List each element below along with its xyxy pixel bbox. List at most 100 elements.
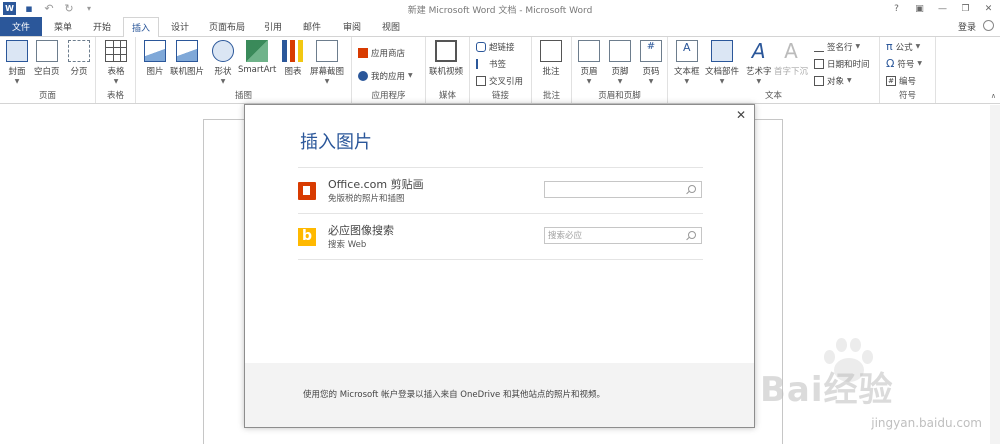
online-picture-button[interactable]: 联机图片: [170, 40, 204, 77]
close-window-button[interactable]: ✕: [977, 0, 1000, 17]
chevron-down-icon: ▼: [14, 78, 20, 85]
bing-logo-icon: [298, 228, 316, 246]
group-media: 联机视频 媒体: [426, 37, 470, 103]
tab-home[interactable]: 开始: [88, 17, 116, 36]
bookmark-icon: [476, 58, 486, 69]
header-icon: [578, 40, 600, 62]
screenshot-button[interactable]: 屏幕截图 ▼: [310, 40, 344, 85]
picture-button[interactable]: 图片: [144, 40, 166, 77]
page-break-icon: [68, 40, 90, 62]
office-logo-icon: [298, 182, 316, 200]
group-label-symbols: 符号: [898, 91, 916, 101]
minimize-button[interactable]: —: [931, 0, 954, 17]
drop-cap-button[interactable]: A 首字下沉: [774, 40, 808, 77]
group-label-apps: 应用程序: [371, 91, 406, 101]
chevron-down-icon: ▼: [847, 77, 852, 84]
smartart-button[interactable]: SmartArt: [238, 40, 276, 75]
datetime-button[interactable]: 日期和时间: [814, 57, 870, 70]
source-name: Office.com 剪贴画: [328, 178, 424, 191]
collapse-ribbon-icon[interactable]: ∧: [991, 92, 996, 100]
app-store-button[interactable]: 应用商店: [358, 46, 405, 59]
blank-page-button[interactable]: 空白页: [34, 40, 60, 77]
office-search-box: [544, 181, 702, 198]
feedback-smiley-icon[interactable]: [983, 20, 994, 31]
online-video-button[interactable]: 联机视频: [429, 40, 463, 77]
chevron-down-icon: ▼: [648, 78, 654, 85]
chevron-down-icon: ▼: [684, 78, 690, 85]
cover-button[interactable]: 封面 ▼: [6, 40, 28, 85]
tab-menu[interactable]: 菜单: [49, 17, 77, 36]
bing-search-input[interactable]: [545, 228, 681, 243]
screenshot-icon: [316, 40, 338, 62]
page-number-icon: #: [640, 40, 662, 62]
wordart-button[interactable]: A 艺术字 ▼: [746, 40, 772, 85]
tab-references[interactable]: 引用: [259, 17, 287, 36]
login-link[interactable]: 登录: [958, 20, 976, 33]
chart-button[interactable]: 图表: [282, 40, 304, 77]
tab-file[interactable]: 文件: [0, 17, 42, 36]
number-button[interactable]: # 编号: [886, 74, 916, 87]
tab-design[interactable]: 设计: [166, 17, 194, 36]
tab-page-layout[interactable]: 页面布局: [205, 17, 249, 36]
object-icon: [814, 75, 824, 86]
symbol-button[interactable]: Ω 符号 ▼: [886, 57, 922, 70]
drop-cap-icon: A: [784, 39, 798, 63]
group-label-media: 媒体: [438, 91, 456, 101]
restore-button[interactable]: ❐: [954, 0, 977, 17]
picture-icon: [144, 40, 166, 62]
chevron-down-icon: ▼: [586, 78, 592, 85]
shapes-icon: [212, 40, 234, 62]
dialog-title: 插入图片: [300, 132, 372, 153]
search-icon[interactable]: [688, 185, 696, 193]
table-button[interactable]: 表格 ▼: [105, 40, 127, 85]
title-bar: W ▪ ↶ ↻ ▾ 新建 Microsoft Word 文档 - Microso…: [0, 0, 1000, 17]
group-text: A 文本框 ▼ 文档部件 ▼ A 艺术字 ▼ A 首字下沉 签名行 ▼ 日期和时…: [668, 37, 880, 103]
chevron-down-icon: ▼: [324, 78, 330, 85]
my-apps-button[interactable]: 我的应用 ▼: [358, 69, 413, 82]
video-icon: [435, 40, 457, 62]
search-icon[interactable]: [688, 231, 696, 239]
hyperlink-button[interactable]: 超链接: [476, 40, 515, 53]
window-controls: ? ▣ — ❐ ✕: [885, 0, 1000, 17]
ribbon-display-button[interactable]: ▣: [908, 0, 931, 17]
ribbon-tabs: 文件 菜单 开始 插入 设计 页面布局 引用 邮件 审阅 视图 登录: [0, 17, 1000, 37]
page-break-button[interactable]: 分页: [68, 40, 90, 77]
chevron-down-icon: ▼: [220, 78, 226, 85]
office-search-input[interactable]: [545, 182, 681, 197]
comment-button[interactable]: 批注: [540, 40, 562, 77]
signature-icon: [814, 42, 824, 52]
comment-icon: [540, 40, 562, 62]
close-icon[interactable]: ✕: [735, 108, 747, 122]
source-name: 必应图像搜索: [328, 224, 394, 237]
page-number-button[interactable]: # 页码 ▼: [640, 40, 662, 85]
footer-button[interactable]: 页脚 ▼: [609, 40, 631, 85]
tab-insert[interactable]: 插入: [123, 17, 159, 37]
group-comments: 批注 批注: [532, 37, 572, 103]
help-button[interactable]: ?: [885, 0, 908, 17]
bookmark-button[interactable]: 书签: [476, 57, 506, 70]
quick-parts-button[interactable]: 文档部件 ▼: [705, 40, 739, 85]
chevron-down-icon: ▼: [113, 78, 119, 85]
tab-mailings[interactable]: 邮件: [298, 17, 326, 36]
textbox-button[interactable]: A 文本框 ▼: [674, 40, 700, 85]
group-illustrations: 图片 联机图片 形状 ▼ SmartArt 图表 屏幕截图 ▼ 插图: [136, 37, 352, 103]
cross-reference-icon: [476, 75, 486, 86]
source-description: 免版税的照片和插图: [328, 194, 405, 204]
baidu-jingyan-watermark: Bai经验 jingyan.baidu.com: [760, 338, 986, 430]
object-button[interactable]: 对象 ▼: [814, 74, 852, 87]
group-label-pages: 页面: [38, 91, 56, 101]
group-header-footer: 页眉 ▼ 页脚 ▼ # 页码 ▼ 页眉和页脚: [572, 37, 668, 103]
signature-line-button[interactable]: 签名行 ▼: [814, 40, 860, 53]
equation-button[interactable]: π 公式 ▼: [886, 40, 920, 53]
header-button[interactable]: 页眉 ▼: [578, 40, 600, 85]
cross-reference-button[interactable]: 交叉引用: [476, 74, 523, 87]
chevron-down-icon: ▼: [917, 60, 923, 67]
shapes-button[interactable]: 形状 ▼: [212, 40, 234, 85]
tab-review[interactable]: 审阅: [338, 17, 366, 36]
chevron-down-icon: ▼: [915, 43, 921, 50]
tab-view[interactable]: 视图: [377, 17, 405, 36]
vertical-scrollbar[interactable]: [990, 105, 1000, 444]
chart-icon: [282, 40, 304, 62]
pi-icon: π: [886, 40, 893, 53]
online-picture-icon: [176, 40, 198, 62]
